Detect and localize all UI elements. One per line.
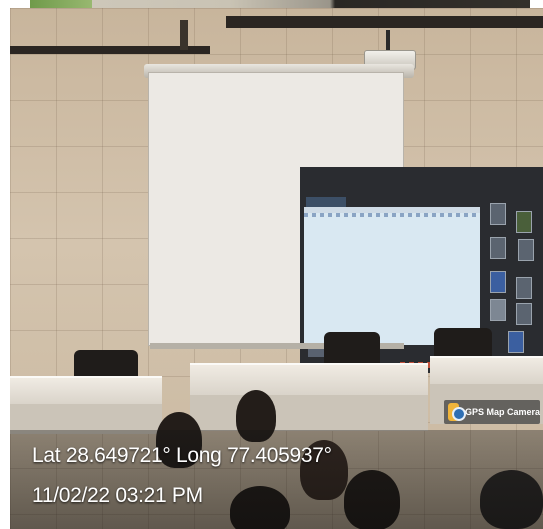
- projected-toolbar: [304, 213, 480, 217]
- projected-tab: [306, 197, 346, 207]
- participant-tile: [490, 203, 506, 225]
- participant-tile: [490, 271, 506, 293]
- gps-app-badge: GPS Map Camera: [444, 400, 540, 424]
- participant-tile: [516, 303, 532, 325]
- participant-tile: [516, 211, 532, 233]
- desk: [430, 356, 543, 386]
- participant-tile: [490, 299, 506, 321]
- map-camera-icon: [448, 403, 466, 421]
- app-badge-label: GPS Map Camera: [464, 407, 540, 417]
- participant-tile: [518, 239, 534, 261]
- projection-screen: [148, 72, 543, 373]
- participant-tile: [516, 277, 532, 299]
- photo-frame: GPS Map Camera Lat 28.649721° Long 77.40…: [0, 0, 543, 529]
- desk-front: [190, 395, 428, 431]
- gps-timestamp: 11/02/22 03:21 PM: [32, 484, 203, 507]
- participant-tile: [508, 331, 524, 353]
- projector-mount: [386, 30, 390, 52]
- desk: [190, 363, 428, 397]
- rail-hook: [180, 20, 188, 50]
- desk: [10, 376, 162, 406]
- gps-coordinates: Lat 28.649721° Long 77.405937°: [32, 444, 332, 467]
- chair: [324, 332, 380, 366]
- projected-document: [304, 207, 480, 345]
- ceiling-rail-right: [226, 16, 543, 28]
- participant-tile: [490, 237, 506, 259]
